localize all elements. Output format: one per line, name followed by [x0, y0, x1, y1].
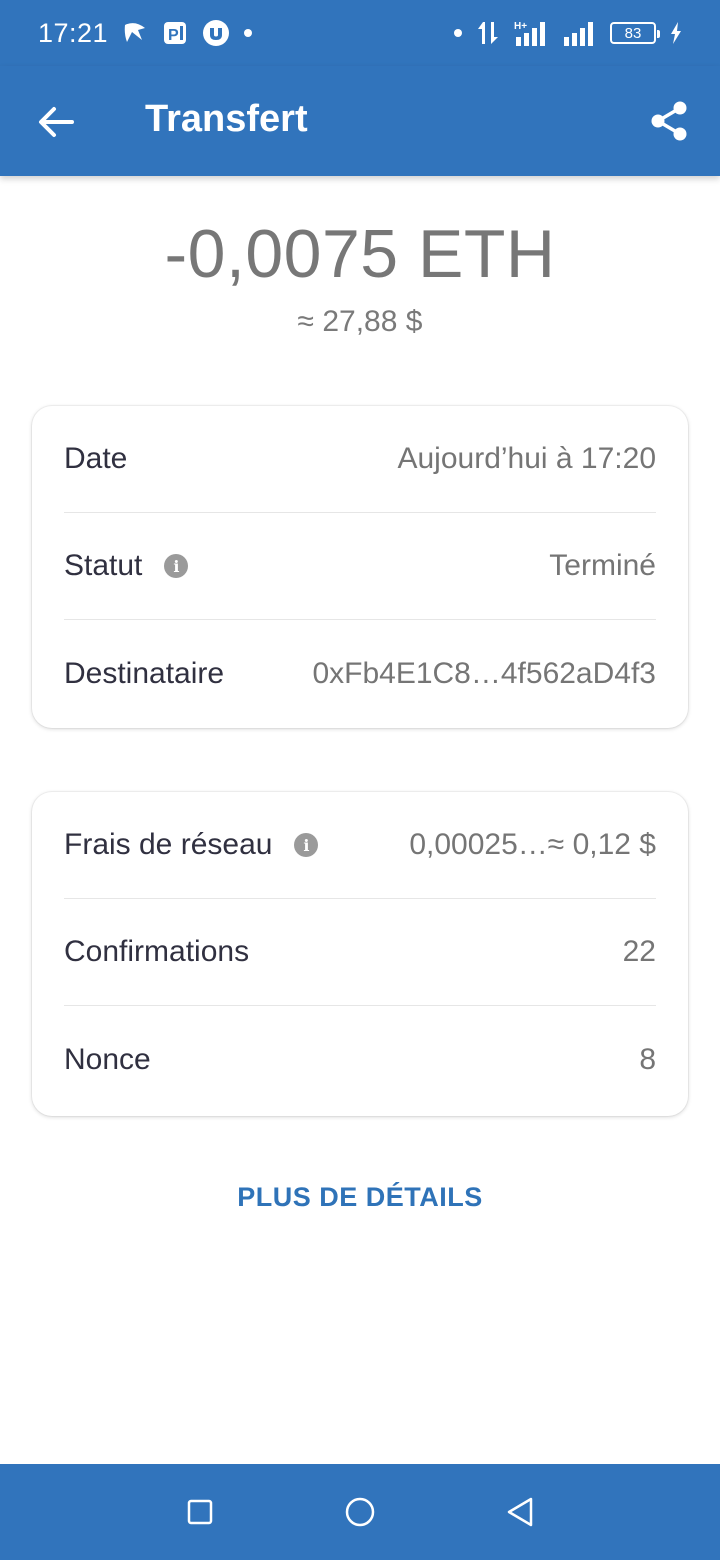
signal-icon	[562, 19, 596, 47]
network-info-card: Frais de réseau i 0,00025…≈ 0,12 $ Confi…	[32, 792, 688, 1116]
row-label: Confirmations	[64, 935, 249, 969]
nonce-row: Nonce 8	[64, 1006, 656, 1113]
row-label: Date	[64, 442, 127, 476]
status-value: Terminé	[549, 549, 656, 582]
svg-text:P: P	[168, 27, 179, 44]
battery-icon: 83	[610, 22, 660, 44]
recents-button[interactable]	[170, 1482, 230, 1542]
signal-h-plus-icon: H+	[514, 19, 548, 47]
row-label: Destinataire	[64, 657, 224, 691]
system-nav-bar	[0, 1464, 720, 1560]
torrent-app-icon	[202, 19, 230, 47]
recipient-label: Destinataire	[64, 656, 225, 690]
back-nav-button[interactable]	[490, 1482, 550, 1542]
parking-app-icon: P	[162, 20, 188, 46]
recipient-row[interactable]: Destinataire 0xFb4E1C8…4f562aD4f3	[64, 620, 656, 727]
date-row: Date Aujourd’hui à 17:20	[64, 406, 656, 513]
network-fee-row: Frais de réseau i 0,00025…≈ 0,12 $	[64, 792, 656, 899]
network-fee-label: Frais de réseau	[64, 828, 273, 861]
svg-text:H+: H+	[514, 21, 527, 32]
info-icon[interactable]: i	[294, 833, 319, 857]
status-bar: 17:21 P H+ 83	[0, 0, 720, 66]
transaction-info-card: Date Aujourd’hui à 17:20 Statut i Termin…	[32, 406, 688, 728]
row-label: Nonce	[64, 1043, 151, 1077]
recipient-value[interactable]: 0xFb4E1C8…4f562aD4f3	[312, 657, 656, 691]
status-row: Statut i Terminé	[64, 513, 656, 620]
more-details-button[interactable]: PLUS DE DÉTAILS	[0, 1182, 720, 1213]
share-button[interactable]	[646, 98, 692, 144]
dot-icon	[454, 29, 462, 37]
status-time: 17:21	[38, 17, 109, 48]
nonce-label: Nonce	[64, 1042, 151, 1076]
transaction-fiat-amount: ≈ 27,88 $	[297, 305, 423, 338]
info-icon[interactable]: i	[164, 554, 189, 578]
triangle-back-icon	[507, 1497, 533, 1527]
dot-icon	[244, 29, 253, 37]
date-label: Date	[64, 442, 128, 475]
confirmations-row: Confirmations 22	[64, 899, 656, 1006]
circle-home-icon	[345, 1497, 375, 1527]
row-label: Frais de réseau i	[64, 828, 319, 862]
nonce-value: 8	[639, 1042, 656, 1076]
row-label: Statut i	[64, 549, 189, 583]
confirmations-label: Confirmations	[64, 935, 250, 968]
back-button[interactable]	[36, 102, 76, 142]
arrow-left-icon	[39, 107, 74, 137]
data-transfer-icon	[476, 20, 500, 46]
square-recents-icon	[187, 1499, 213, 1525]
date-value: Aujourd’hui à 17:20	[397, 442, 656, 475]
status-bar-left: 17:21 P	[38, 17, 253, 49]
amount-block: -0,0075 ETH ≈ 27,88 $	[0, 215, 720, 339]
notification-app-icon	[122, 20, 148, 46]
network-fee-value: 0,00025…≈ 0,12 $	[409, 828, 656, 861]
charging-icon	[670, 22, 682, 44]
home-button[interactable]	[330, 1482, 390, 1542]
share-icon	[651, 101, 687, 141]
status-bar-right: H+ 83	[454, 19, 682, 47]
app-bar: Transfert	[0, 66, 720, 176]
transaction-amount: -0,0075 ETH	[164, 216, 556, 292]
page-title: Transfert	[145, 98, 308, 140]
confirmations-value: 22	[622, 935, 656, 968]
status-label: Statut	[64, 549, 143, 582]
